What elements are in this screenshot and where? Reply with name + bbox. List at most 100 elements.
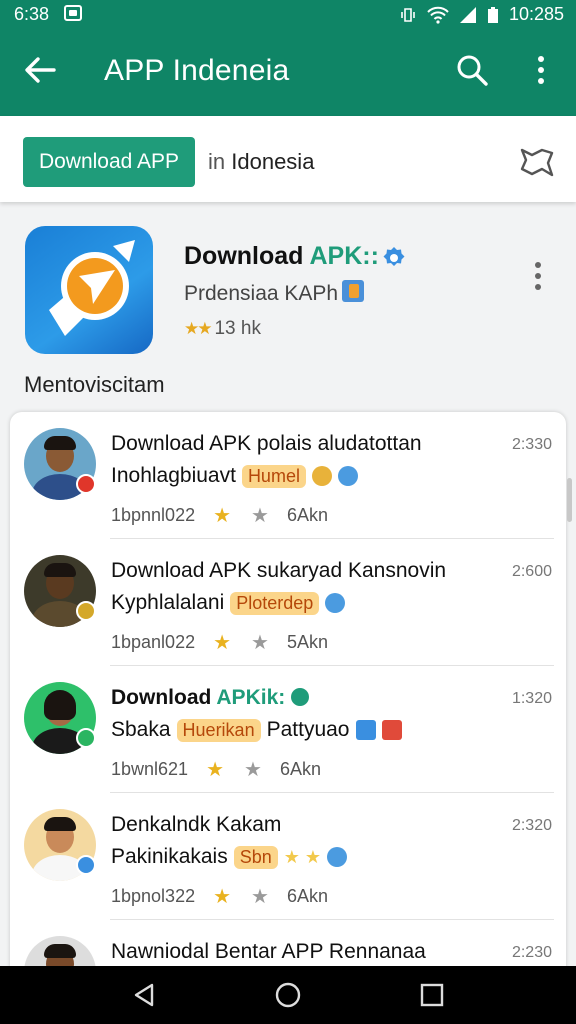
app-card[interactable]: Download APK:: Prdensiaa KAPh ★★ 13 hk M… (0, 202, 576, 412)
developer-icon (342, 280, 364, 302)
item-title-accent: APKik: (216, 686, 286, 709)
item-tag: Huerikan (176, 718, 261, 742)
rating-count: 13 hk (214, 318, 261, 339)
region-label[interactable]: in Idonesia (208, 149, 314, 175)
item-subtitle-text: Inohlagbiuavt (111, 464, 236, 487)
battery-icon (487, 6, 498, 23)
item-tag: Humel (241, 464, 306, 488)
item-subtitle-text: Kyphlalalani (111, 591, 225, 614)
region-prefix: in (208, 149, 226, 174)
system-nav-bar (0, 966, 576, 1024)
item-size: 6Akn (279, 759, 321, 779)
filter-bar: Download APP in Idonesia (0, 116, 576, 202)
app-list: Download APK polais aludatottan Inohlagb… (10, 412, 566, 972)
item-meta: 1bpanl022 ★ ★ 5Akn (111, 630, 328, 655)
item-meta: 1bpnnl022 ★ ★ 6Akn (111, 503, 328, 528)
status-time-right: 10:285 (508, 4, 564, 24)
app-name-accent: APK:: (309, 242, 379, 270)
star-icon: ★ (213, 886, 232, 908)
star-icon: ★ (213, 632, 232, 654)
item-tag: Ploterdep (230, 591, 320, 615)
item-subtitle-text: Pakinikakais (111, 845, 228, 868)
item-downloads: 1bpnnl022 (111, 505, 196, 525)
more-vert-icon[interactable] (526, 52, 556, 88)
developer-name[interactable]: Prdensiaa KAPh (184, 282, 338, 306)
item-title: Nawniodal Bentar APP Rennanaa (111, 940, 426, 963)
avatar-badge-icon (76, 474, 96, 494)
item-title: Denkalndk Kakam (111, 813, 282, 836)
vibrate-icon (401, 7, 415, 22)
item-size: 6Akn (286, 886, 328, 906)
app-name-main: Download (184, 242, 304, 270)
scrollbar-thumb[interactable] (567, 478, 572, 522)
avatar-badge-icon (76, 601, 96, 621)
item-subtitle: Inohlagbiuavt Humel (111, 464, 358, 488)
settings-badge-icon (291, 688, 310, 706)
app-logo-icon (25, 226, 153, 354)
app-mini-icon (327, 847, 348, 867)
signal-icon (459, 6, 476, 23)
list-item[interactable]: Download APK sukaryad Kansnovin Kyphlala… (10, 539, 566, 666)
page-title: APP Indeneia (104, 54, 290, 87)
item-subtitle: Kyphlalalani Ploterdep (111, 591, 346, 615)
item-title-main: Download (111, 686, 212, 709)
region-value: Idonesia (231, 149, 315, 174)
star-outline-icon: ★ (251, 886, 269, 908)
item-time: 2:230 (511, 944, 552, 961)
app-name: Download APK:: (184, 242, 379, 271)
trophy-icon (311, 466, 332, 486)
star-icon: ★ (206, 759, 224, 781)
card-more-icon[interactable] (528, 260, 548, 292)
home-circle-icon[interactable] (274, 981, 302, 1009)
app-mini-icon (325, 593, 346, 613)
item-size: 5Akn (286, 632, 328, 652)
star-outline-icon: ★ (251, 632, 269, 654)
back-triangle-icon[interactable] (130, 981, 158, 1009)
app-mini-icon (355, 720, 376, 740)
search-icon[interactable] (454, 52, 490, 88)
status-icons: 10:285 (399, 4, 564, 25)
item-subtitle: Pakinikakais Sbn ★ ★ (111, 845, 348, 869)
section-title: Mentoviscitam (24, 372, 165, 397)
app-bar: APP Indeneia (0, 28, 576, 116)
item-time: 2:320 (511, 817, 552, 834)
item-downloads: 1bwnl621 (111, 759, 189, 779)
star-outline-icon: ★ (244, 759, 262, 781)
app-mini-icon (337, 466, 358, 486)
avatar-badge-icon (76, 728, 96, 748)
item-subtitle: Sbaka Huerikan Pattyuao (111, 718, 402, 742)
list-item[interactable]: Nawniodal Bentar APP Rennanaa 2:230 (10, 920, 566, 972)
item-title: Download APK sukaryad Kansnovin (111, 559, 447, 582)
rating-stars-icon: ★★ (184, 319, 213, 338)
sparkle-icon: ★ ★ (283, 846, 322, 867)
bookmark-icon[interactable] (518, 144, 556, 178)
status-bar: 6:38 10:285 (0, 0, 576, 28)
star-outline-icon: ★ (251, 505, 269, 527)
item-title: Download APK polais aludatottan (111, 432, 422, 455)
recents-square-icon[interactable] (418, 981, 446, 1009)
item-tag: Sbn (233, 845, 278, 869)
download-app-button[interactable]: Download APP (23, 137, 195, 187)
app-rating: ★★ 13 hk (184, 318, 261, 340)
item-title: Download APKik: (111, 686, 310, 710)
list-item[interactable]: Denkalndk Kakam Pakinikakais Sbn ★ ★ 1bp… (10, 793, 566, 920)
item-downloads: 1bpnol322 (111, 886, 196, 906)
back-arrow-icon[interactable] (22, 52, 58, 88)
item-time: 2:600 (511, 563, 552, 580)
item-meta: 1bwnl621 ★ ★ 6Akn (111, 757, 321, 782)
verified-badge-icon (383, 247, 405, 266)
item-time: 1:320 (511, 690, 552, 707)
item-downloads: 1bpanl022 (111, 632, 196, 652)
notification-box-icon (64, 5, 82, 21)
app-mini-icon (381, 720, 402, 740)
item-subtitle-text: Sbaka (111, 718, 171, 741)
item-subtitle-suffix: Pattyuao (266, 718, 350, 741)
star-icon: ★ (213, 505, 232, 527)
item-time: 2:330 (511, 436, 552, 453)
list-item[interactable]: Download APKik: Sbaka Huerikan Pattyuao … (10, 666, 566, 793)
item-size: 6Akn (286, 505, 328, 525)
list-item[interactable]: Download APK polais aludatottan Inohlagb… (10, 412, 566, 539)
status-time: 6:38 (14, 4, 50, 24)
item-meta: 1bpnol322 ★ ★ 6Akn (111, 884, 328, 909)
wifi-icon (427, 6, 449, 24)
